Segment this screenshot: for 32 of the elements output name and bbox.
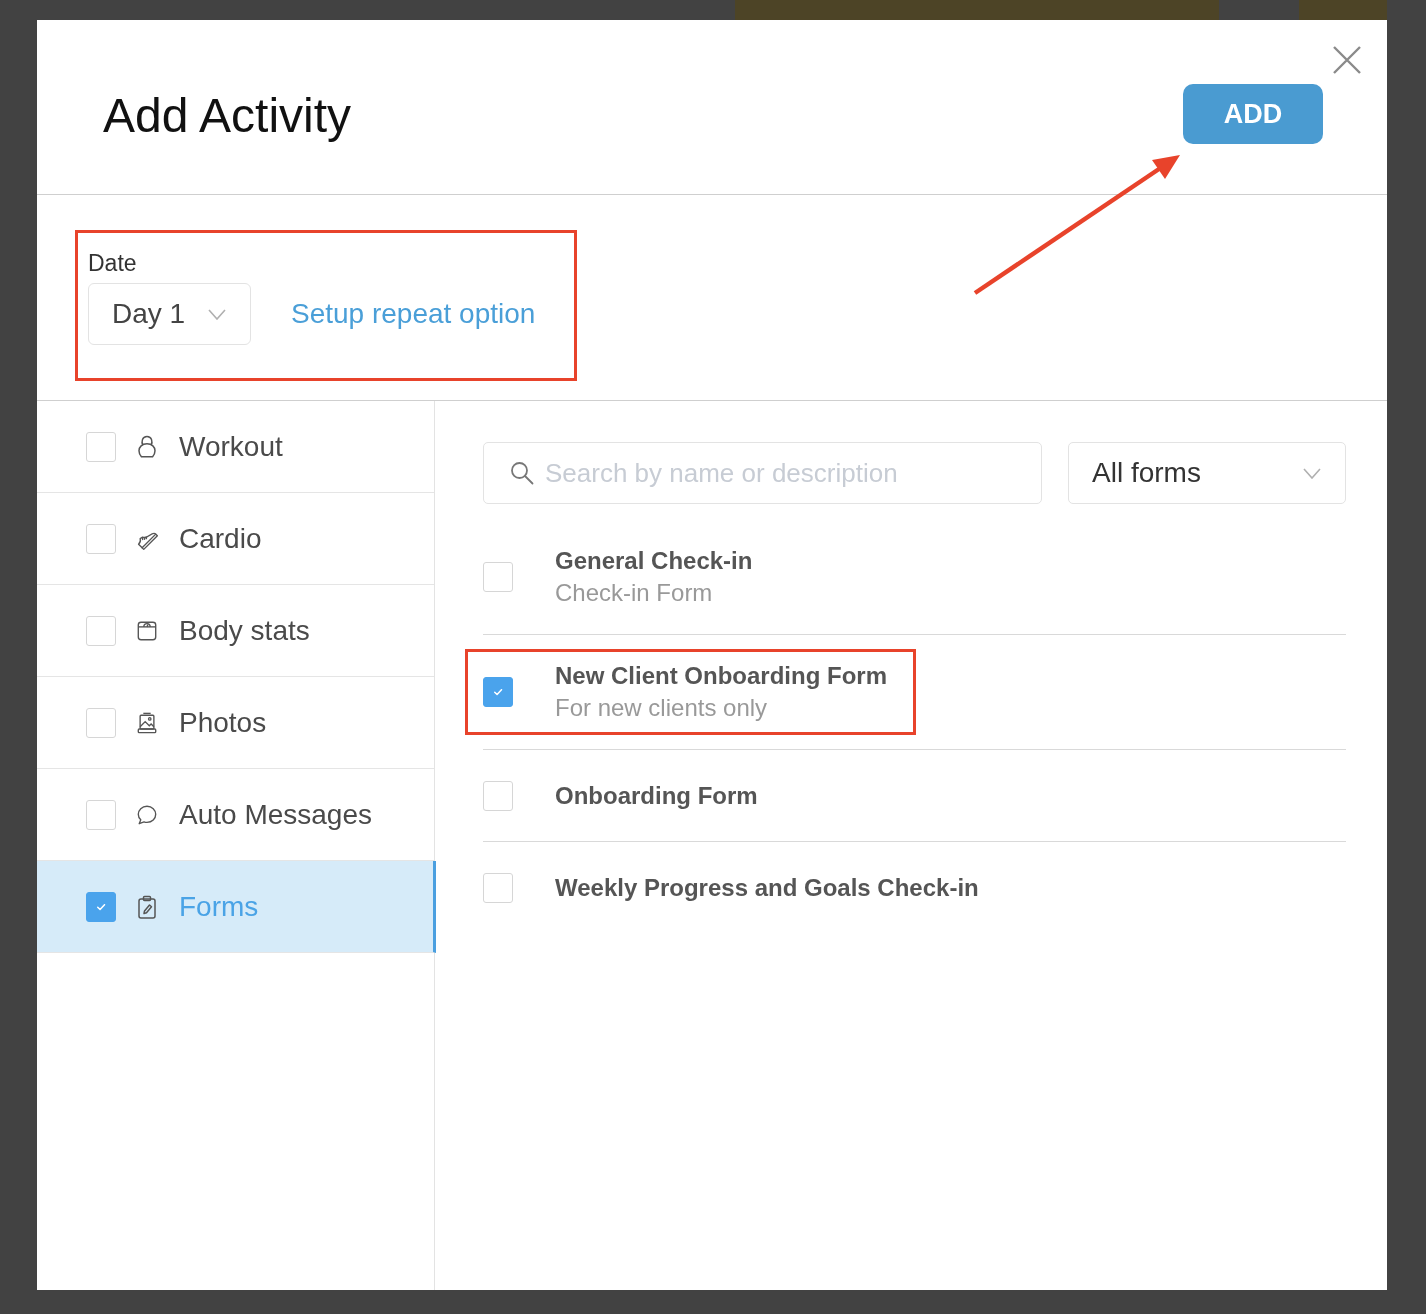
form-title: Onboarding Form xyxy=(555,780,758,811)
form-title: General Check-in xyxy=(555,546,753,576)
checkbox[interactable] xyxy=(483,873,513,903)
close-icon[interactable] xyxy=(1333,46,1361,74)
search-icon xyxy=(510,461,534,485)
form-title: Weekly Progress and Goals Check-in xyxy=(555,873,979,903)
checkbox[interactable] xyxy=(86,891,116,922)
form-title: New Client Onboarding Form xyxy=(555,661,887,691)
activity-item[interactable]: Photos xyxy=(37,677,434,769)
clipboard-icon xyxy=(136,894,158,919)
form-subtitle: Check-in Form xyxy=(555,578,714,608)
checkbox[interactable] xyxy=(86,431,116,462)
search-field[interactable]: Search by name or description xyxy=(483,442,1042,504)
checkbox[interactable] xyxy=(483,562,513,592)
date-label: Date xyxy=(88,249,138,277)
checkbox[interactable] xyxy=(86,707,116,738)
activity-item[interactable]: Body stats xyxy=(37,585,434,677)
day-dropdown[interactable]: Day 1 xyxy=(88,283,251,345)
activity-item[interactable]: Workout xyxy=(37,401,434,493)
checkbox[interactable] xyxy=(86,799,116,830)
caret-icon xyxy=(208,308,226,320)
form-subtitle: For new clients only xyxy=(555,693,769,723)
forms-filter-dropdown[interactable]: All forms xyxy=(1068,442,1346,504)
activity-item[interactable]: Cardio xyxy=(37,493,434,585)
checkbox[interactable] xyxy=(483,677,513,707)
picture-frame-icon xyxy=(136,710,158,735)
checkbox[interactable] xyxy=(86,615,116,646)
caret-icon xyxy=(1303,467,1321,479)
kettlebell-icon xyxy=(136,434,158,459)
checkbox[interactable] xyxy=(86,523,116,554)
dialog-title: Add Activity xyxy=(103,88,352,144)
checkbox[interactable] xyxy=(483,780,513,811)
